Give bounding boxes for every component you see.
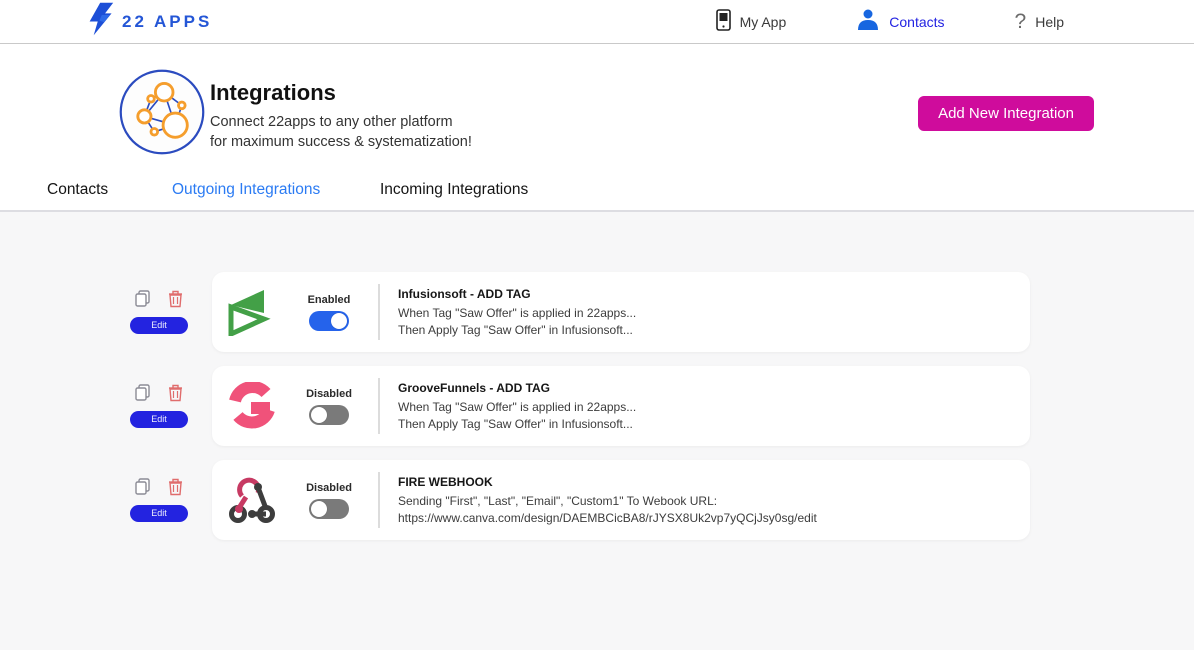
integrations-network-icon xyxy=(118,68,206,161)
integration-row: Edit Enabled Infusionsoft - ADD TAG When… xyxy=(0,272,1194,352)
nav-help-label: Help xyxy=(1035,13,1064,30)
hero-text-block: Integrations Connect 22apps to any other… xyxy=(210,80,472,152)
integration-title: GrooveFunnels - ADD TAG xyxy=(398,380,551,395)
integration-card-infusionsoft: Enabled Infusionsoft - ADD TAG When Tag … xyxy=(212,272,1030,352)
22apps-logo-icon xyxy=(88,2,114,41)
card-text-block: FIRE WEBHOOK Sending "First", "Last", "E… xyxy=(398,474,817,527)
tab-outgoing-integrations[interactable]: Outgoing Integrations xyxy=(172,181,320,199)
integration-list: Edit Enabled Infusionsoft - ADD TAG When… xyxy=(0,212,1194,650)
webhook-logo xyxy=(228,476,276,524)
question-icon: ? xyxy=(1014,10,1027,33)
add-new-integration-button[interactable]: Add New Integration xyxy=(918,96,1094,131)
nav-help[interactable]: ? Help xyxy=(1015,11,1064,32)
integration-title: FIRE WEBHOOK xyxy=(398,474,493,489)
edit-button[interactable]: Edit xyxy=(130,411,188,428)
integration-line2: Then Apply Tag "Saw Offer" in Infusionso… xyxy=(398,322,633,337)
integration-line2: Then Apply Tag "Saw Offer" in Infusionso… xyxy=(398,416,633,431)
trash-icon[interactable] xyxy=(167,384,184,402)
row-controls: Edit xyxy=(130,478,188,522)
row-controls: Edit xyxy=(130,384,188,428)
trash-icon[interactable] xyxy=(167,478,184,496)
header-nav: My App Contacts ? Help xyxy=(715,8,1064,35)
tab-contacts[interactable]: Contacts xyxy=(47,181,108,199)
status-label: Disabled xyxy=(306,481,352,494)
page-subtitle-line2: for maximum success & systematization! xyxy=(210,134,472,150)
person-icon xyxy=(856,8,880,35)
integration-row: Edit Disabled GrooveFunnels - ADD TAG Wh… xyxy=(0,366,1194,446)
toggle-knob xyxy=(311,500,327,517)
enable-toggle[interactable] xyxy=(309,498,349,519)
edit-button[interactable]: Edit xyxy=(130,317,188,334)
integration-title: Infusionsoft - ADD TAG xyxy=(398,286,531,301)
integration-line1: When Tag "Saw Offer" is applied in 22app… xyxy=(398,305,637,320)
card-text-block: GrooveFunnels - ADD TAG When Tag "Saw Of… xyxy=(398,380,636,433)
copy-icon[interactable] xyxy=(134,478,151,496)
nav-contacts[interactable]: Contacts xyxy=(856,8,945,35)
groovefunnels-logo xyxy=(228,381,276,430)
page-title: Integrations xyxy=(210,80,336,105)
edit-button[interactable]: Edit xyxy=(130,505,188,522)
integration-line2: https://www.canva.com/design/DAEMBCicBA8… xyxy=(398,510,817,525)
integration-card-fire-webhook: Disabled FIRE WEBHOOK Sending "First", "… xyxy=(212,460,1030,540)
enable-toggle[interactable] xyxy=(309,310,349,331)
nav-my-app-label: My App xyxy=(739,13,787,30)
nav-contacts-label: Contacts xyxy=(889,13,945,30)
integration-line1: Sending "First", "Last", "Email", "Custo… xyxy=(398,493,718,508)
nav-my-app[interactable]: My App xyxy=(715,9,787,34)
enable-toggle[interactable] xyxy=(309,404,349,425)
page-subtitle-line1: Connect 22apps to any other platform xyxy=(210,114,453,130)
page-subtitle: Connect 22apps to any other platform for… xyxy=(210,112,472,152)
copy-icon[interactable] xyxy=(134,290,151,308)
toggle-knob xyxy=(331,312,347,329)
card-divider xyxy=(378,284,380,340)
top-header: 22 APPS My App Contacts ? Help xyxy=(0,0,1194,44)
tab-bar: Contacts Outgoing Integrations Incoming … xyxy=(0,170,1194,212)
status-label: Enabled xyxy=(307,293,351,306)
tab-incoming-integrations[interactable]: Incoming Integrations xyxy=(380,181,528,199)
infusionsoft-logo xyxy=(228,288,276,338)
status-block: Disabled xyxy=(290,388,368,425)
card-divider xyxy=(378,378,380,434)
status-block: Enabled xyxy=(290,294,368,331)
brand-logo[interactable]: 22 APPS xyxy=(88,2,212,41)
brand-logo-text: 22 APPS xyxy=(122,11,213,31)
trash-icon[interactable] xyxy=(167,290,184,308)
copy-icon[interactable] xyxy=(134,384,151,402)
toggle-knob xyxy=(311,406,327,423)
integration-card-groovefunnels: Disabled GrooveFunnels - ADD TAG When Ta… xyxy=(212,366,1030,446)
card-text-block: Infusionsoft - ADD TAG When Tag "Saw Off… xyxy=(398,286,636,339)
card-divider xyxy=(378,472,380,528)
integration-line1: When Tag "Saw Offer" is applied in 22app… xyxy=(398,399,637,414)
integration-row: Edit Disabled FIRE WEBHOOK Sending "Firs… xyxy=(0,460,1194,540)
status-label: Disabled xyxy=(306,387,352,400)
status-block: Disabled xyxy=(290,482,368,519)
phone-icon xyxy=(715,9,731,34)
row-controls: Edit xyxy=(130,290,188,334)
